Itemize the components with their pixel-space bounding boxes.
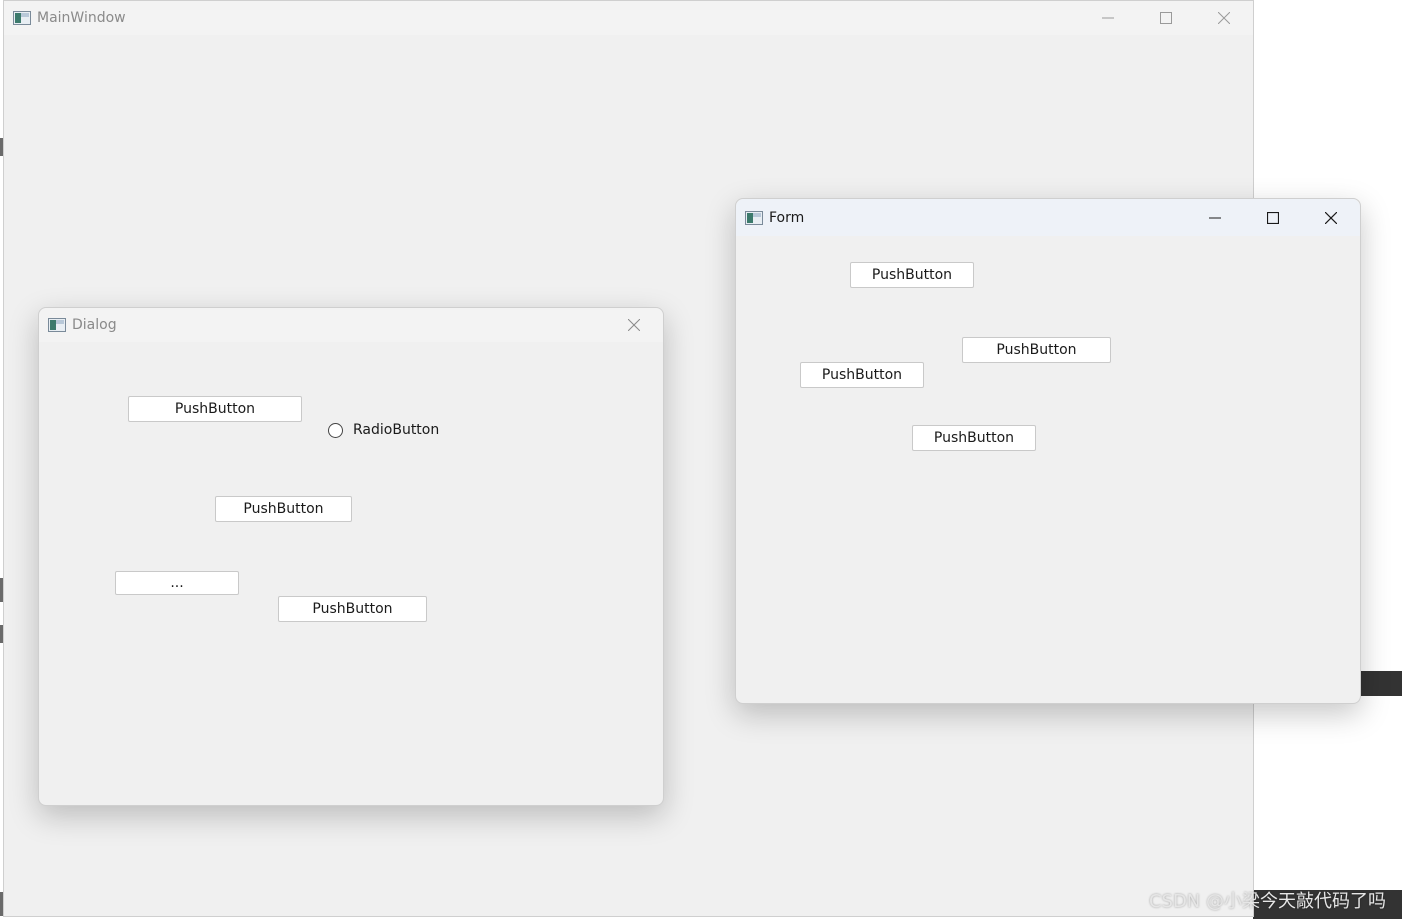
app-icon (13, 11, 31, 25)
main-window-titlebar[interactable]: MainWindow (4, 1, 1253, 35)
desktop: MainWindow Dialog PushButton RadioButton (0, 0, 1402, 919)
app-icon (745, 210, 763, 225)
dialog-window: Dialog PushButton RadioButton PushButton… (38, 307, 664, 806)
dialog-titlebar[interactable]: Dialog (39, 308, 663, 342)
close-button[interactable] (1195, 1, 1253, 35)
form-titlebar[interactable]: Form (736, 199, 1360, 236)
watermark-text: CSDN @小梁今天敲代码了吗 (1148, 891, 1386, 912)
close-button[interactable] (1302, 201, 1360, 235)
form-title: Form (769, 209, 805, 226)
maximize-icon (1160, 12, 1172, 24)
radio-button[interactable]: RadioButton (328, 422, 439, 438)
form-push-button-4[interactable]: PushButton (912, 425, 1036, 451)
app-icon (48, 318, 66, 332)
maximize-icon (1267, 211, 1279, 224)
maximize-button[interactable] (1244, 201, 1302, 235)
minimize-icon (1209, 217, 1221, 218)
dialog-push-button-1[interactable]: PushButton (128, 396, 302, 422)
dialog-push-button-2[interactable]: PushButton (215, 496, 352, 522)
close-icon (1325, 211, 1337, 224)
main-window-title: MainWindow (37, 10, 126, 26)
dialog-title: Dialog (72, 317, 117, 333)
minimize-button[interactable] (1079, 1, 1137, 35)
close-icon (1218, 12, 1230, 24)
maximize-button[interactable] (1137, 1, 1195, 35)
form-push-button-3[interactable]: PushButton (800, 362, 924, 388)
form-window: Form PushButton PushButton PushButton Pu… (735, 198, 1361, 704)
radio-indicator[interactable] (328, 422, 343, 438)
form-push-button-1[interactable]: PushButton (850, 262, 974, 288)
close-icon (628, 319, 640, 331)
radio-button-label: RadioButton (353, 422, 440, 438)
minimize-button[interactable] (1186, 201, 1244, 235)
background-window-strip (1360, 671, 1402, 696)
form-push-button-2[interactable]: PushButton (962, 337, 1111, 363)
close-button[interactable] (605, 308, 663, 342)
minimize-icon (1102, 17, 1114, 19)
dialog-tool-button[interactable]: ... (115, 571, 239, 595)
dialog-push-button-3[interactable]: PushButton (278, 596, 427, 622)
